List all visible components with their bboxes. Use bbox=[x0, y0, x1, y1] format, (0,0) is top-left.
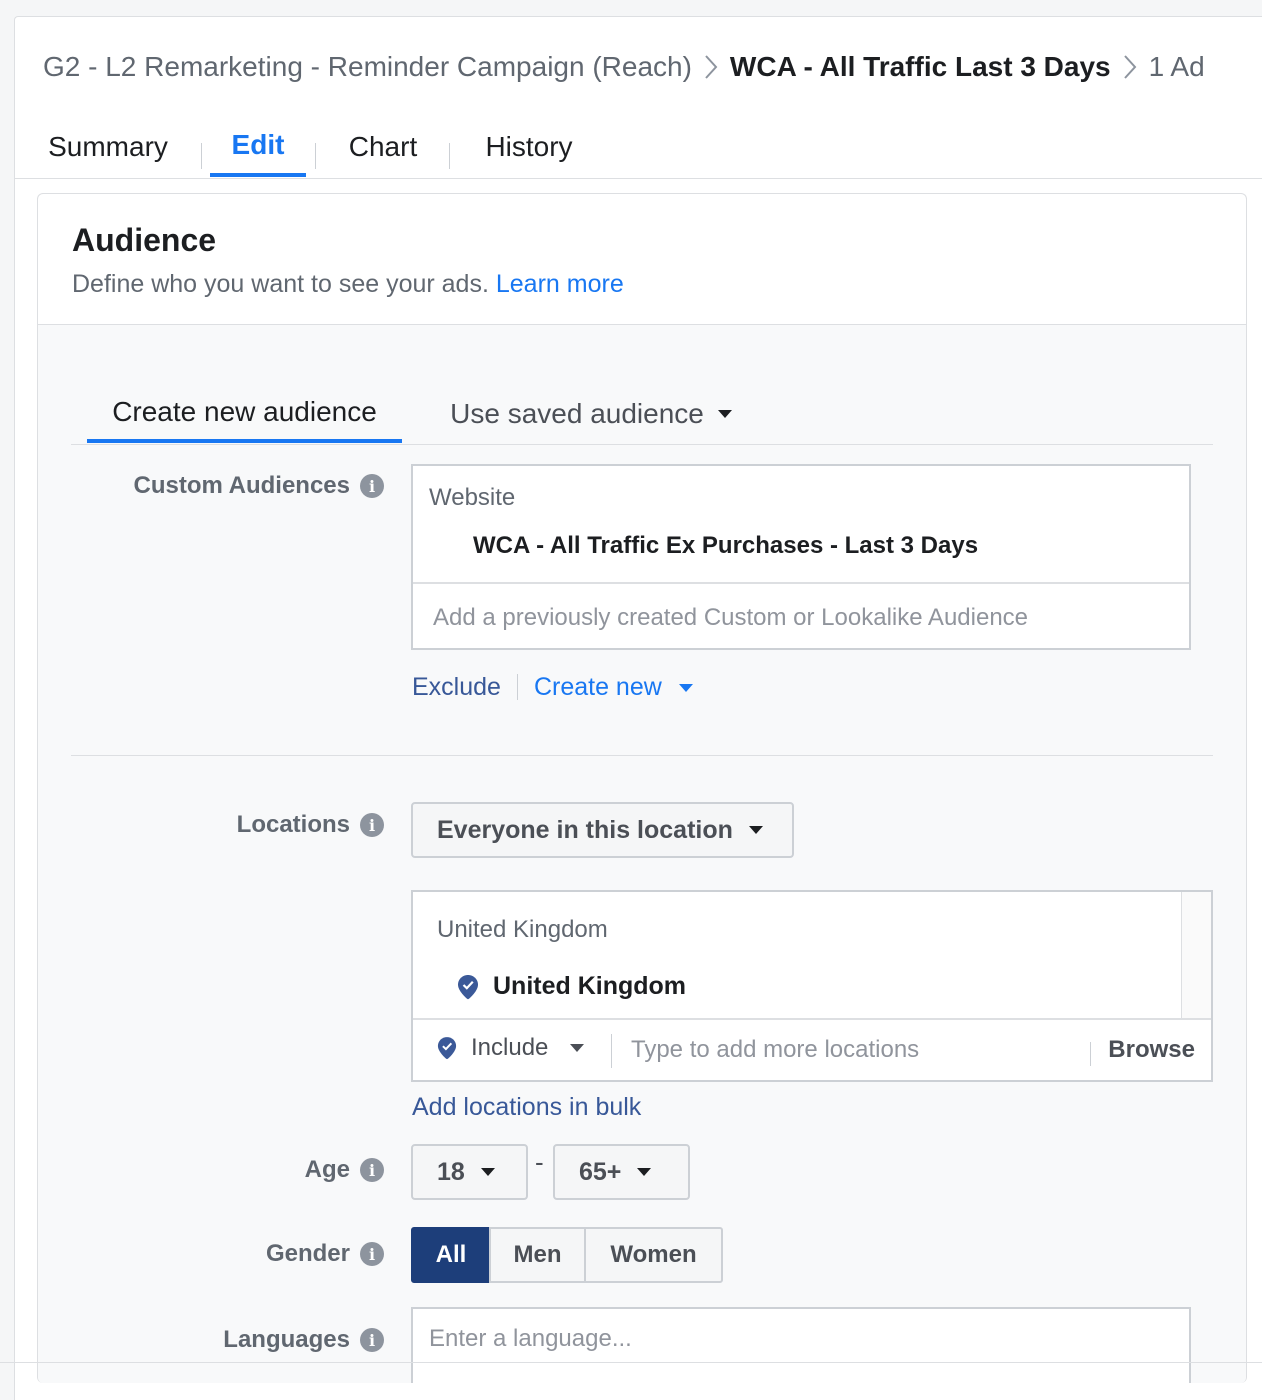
custom-audiences-label-row: Custom Audiences i bbox=[72, 466, 384, 506]
section-description: Define who you want to see your ads. Lea… bbox=[72, 270, 624, 299]
create-new-label: Create new bbox=[533, 672, 662, 701]
chevron-right-icon bbox=[1111, 47, 1149, 87]
browse-button[interactable]: Browse bbox=[1108, 1036, 1195, 1064]
location-pin-icon bbox=[437, 1037, 457, 1060]
tab-divider bbox=[449, 143, 450, 169]
custom-audience-actions: Exclude Create new bbox=[412, 669, 693, 705]
languages-input-box[interactable]: Enter a language... bbox=[411, 1307, 1191, 1383]
age-label: Age i bbox=[305, 1150, 384, 1190]
add-locations-bulk-link[interactable]: Add locations in bulk bbox=[412, 1093, 641, 1122]
caret-down-icon bbox=[637, 1168, 652, 1176]
info-icon[interactable]: i bbox=[360, 1328, 384, 1352]
audience-section: Audience Define who you want to see your… bbox=[37, 193, 1247, 1383]
include-dropdown[interactable]: Include bbox=[437, 1034, 585, 1062]
locations-label-row: Locations i bbox=[72, 805, 384, 845]
ad-set-panel: G2 - L2 Remarketing - Reminder Campaign … bbox=[14, 16, 1262, 1400]
locations-label: Locations i bbox=[237, 805, 384, 845]
caret-down-icon bbox=[717, 410, 732, 418]
use-saved-label: Use saved audience bbox=[450, 398, 704, 429]
languages-label-text: Languages bbox=[223, 1326, 350, 1353]
locations-divider bbox=[413, 1018, 1211, 1020]
locations-label-text: Locations bbox=[236, 811, 350, 838]
selected-location-name: United Kingdom bbox=[493, 972, 687, 1000]
include-label: Include bbox=[471, 1034, 549, 1061]
custom-audiences-box: Website WCA - All Traffic Ex Purchases -… bbox=[411, 464, 1191, 650]
languages-label-row: Languages i bbox=[72, 1320, 384, 1360]
breadcrumb-campaign[interactable]: G2 - L2 Remarketing - Reminder Campaign … bbox=[43, 51, 692, 83]
custom-audience-input[interactable]: Add a previously created Custom or Looka… bbox=[433, 604, 1028, 632]
location-search-input[interactable]: Type to add more locations bbox=[631, 1036, 919, 1064]
audience-tabs: Create new audience Use saved audience bbox=[71, 385, 1213, 445]
custom-audience-divider bbox=[413, 582, 1189, 584]
gender-label-row: Gender i bbox=[72, 1234, 384, 1274]
footer-divider bbox=[0, 1362, 1262, 1363]
caret-down-icon bbox=[480, 1168, 495, 1176]
audience-body: Create new audience Use saved audience C… bbox=[38, 325, 1246, 1383]
tab-divider bbox=[201, 143, 202, 169]
info-icon[interactable]: i bbox=[360, 1242, 384, 1266]
breadcrumb-ad-set[interactable]: WCA - All Traffic Last 3 Days bbox=[730, 51, 1111, 83]
breadcrumb-ads[interactable]: 1 Ad bbox=[1149, 51, 1205, 83]
panel-tabs: Summary Edit Chart History bbox=[15, 117, 1262, 179]
languages-label: Languages i bbox=[223, 1320, 384, 1360]
gender-all-button[interactable]: All bbox=[411, 1227, 491, 1283]
link-divider bbox=[516, 674, 518, 700]
custom-audiences-label-text: Custom Audiences bbox=[133, 472, 350, 499]
caret-down-icon bbox=[570, 1044, 585, 1052]
caret-down-icon bbox=[748, 826, 763, 834]
location-pin-icon bbox=[458, 974, 478, 999]
gender-label-text: Gender bbox=[265, 1240, 350, 1267]
age-max-value: 65+ bbox=[579, 1157, 622, 1186]
custom-audiences-label: Custom Audiences i bbox=[134, 466, 384, 506]
gender-selector: All Men Women bbox=[411, 1227, 723, 1283]
exclude-link[interactable]: Exclude bbox=[412, 673, 501, 702]
locations-scrollbar[interactable] bbox=[1181, 892, 1211, 1018]
chevron-right-icon bbox=[692, 47, 730, 87]
selected-location[interactable]: United Kingdom bbox=[457, 972, 686, 1001]
age-label-row: Age i bbox=[72, 1150, 384, 1190]
tab-divider bbox=[315, 143, 316, 169]
include-divider bbox=[611, 1034, 612, 1068]
tab-chart[interactable]: Chart bbox=[341, 117, 425, 177]
learn-more-link[interactable]: Learn more bbox=[496, 270, 624, 298]
tab-summary[interactable]: Summary bbox=[43, 117, 173, 177]
languages-input[interactable]: Enter a language... bbox=[429, 1325, 632, 1353]
gender-label: Gender i bbox=[266, 1234, 384, 1274]
age-min-value: 18 bbox=[437, 1157, 465, 1186]
breadcrumb: G2 - L2 Remarketing - Reminder Campaign … bbox=[43, 47, 1205, 87]
age-min-dropdown[interactable]: 18 bbox=[411, 1144, 528, 1200]
tab-history[interactable]: History bbox=[477, 117, 581, 177]
custom-audience-selected[interactable]: WCA - All Traffic Ex Purchases - Last 3 … bbox=[473, 532, 978, 560]
age-max-dropdown[interactable]: 65+ bbox=[553, 1144, 690, 1200]
gender-men-button[interactable]: Men bbox=[489, 1227, 586, 1283]
location-type-label: Everyone in this location bbox=[437, 815, 733, 844]
section-title: Audience bbox=[72, 222, 217, 258]
location-group-heading: United Kingdom bbox=[437, 916, 608, 943]
age-label-text: Age bbox=[304, 1156, 350, 1183]
section-divider bbox=[71, 755, 1213, 756]
info-icon[interactable]: i bbox=[360, 813, 384, 837]
tab-edit[interactable]: Edit bbox=[210, 117, 306, 177]
info-icon[interactable]: i bbox=[360, 474, 384, 498]
tab-use-saved-audience[interactable]: Use saved audience bbox=[431, 385, 751, 443]
caret-down-icon bbox=[678, 683, 693, 692]
custom-audience-category: Website bbox=[429, 484, 516, 511]
gender-women-button[interactable]: Women bbox=[584, 1227, 723, 1283]
locations-box: United Kingdom United Kingdom Include Ty… bbox=[411, 890, 1213, 1082]
description-text: Define who you want to see your ads. bbox=[72, 270, 489, 298]
age-separator: - bbox=[535, 1147, 544, 1177]
location-type-dropdown[interactable]: Everyone in this location bbox=[411, 802, 794, 858]
create-new-link[interactable]: Create new bbox=[534, 673, 693, 702]
tab-create-new-audience[interactable]: Create new audience bbox=[87, 385, 402, 443]
info-icon[interactable]: i bbox=[360, 1158, 384, 1182]
browse-divider bbox=[1090, 1042, 1091, 1066]
